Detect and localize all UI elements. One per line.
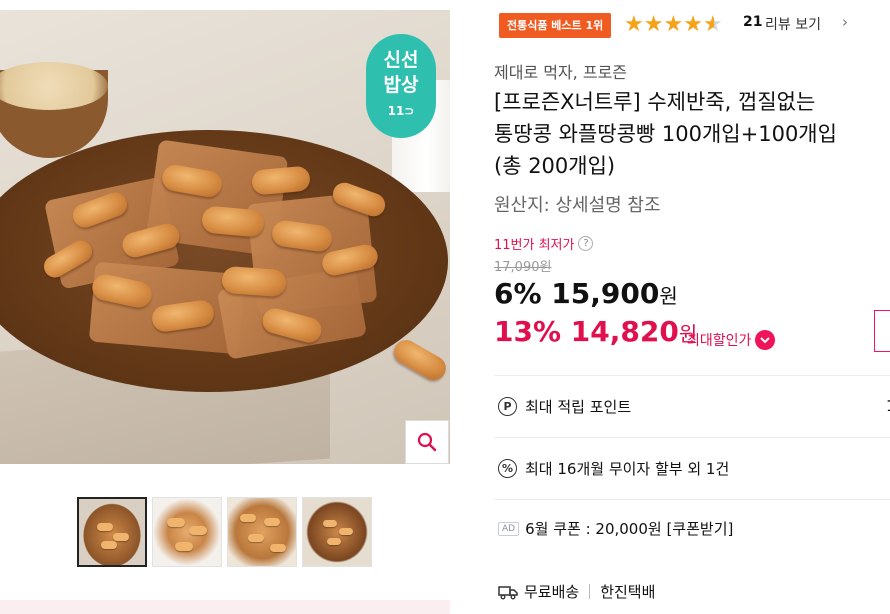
rating-stars: ★ ★ ★ ★ ★ (624, 11, 723, 39)
fresh-table-badge: 신선 밥상 11⊃ (366, 34, 436, 138)
installment-label: 최대 16개월 무이자 할부 외 1건 (525, 460, 730, 478)
main-product-image[interactable]: 신선 밥상 11⊃ (0, 10, 450, 464)
fresh-badge-line2: 밥상 (383, 74, 419, 96)
sale-price-currency: 원 (659, 284, 678, 308)
star-icon: ★ (663, 12, 684, 37)
max-discount-pct: 13% (494, 315, 562, 348)
help-icon[interactable]: ? (578, 236, 594, 251)
fresh-badge-line1: 신선 (383, 49, 419, 71)
points-value: 1 (886, 397, 890, 415)
divider (589, 584, 591, 599)
star-icon: ★ (683, 12, 703, 37)
courier-name: 한진택배 (600, 583, 656, 601)
product-info-panel: 전통식품 베스트 1위 ★ ★ ★ ★ ★ 21 리뷰 보기 › 제대로 먹자,… (494, 0, 890, 614)
points-row[interactable]: P 최대 적립 포인트 1 (494, 375, 890, 437)
sale-discount-pct: 6% (494, 277, 542, 310)
original-price: 17,090원 (494, 260, 552, 275)
product-title-line3: (총 200개입) (494, 154, 616, 178)
peanut-waffle-pile-image (32, 128, 450, 385)
clipped-text-row (500, 606, 830, 614)
sale-price: 6% 15,900원 (494, 277, 678, 310)
half-star-icon: ★ (702, 12, 723, 37)
installment-row[interactable]: % 최대 16개월 무이자 할부 외 1건 (494, 437, 890, 499)
thumbnail-4[interactable] (302, 497, 372, 567)
free-shipping-label: 무료배송 (524, 583, 580, 601)
thumbnail-strip (77, 497, 372, 567)
thumbnail-1[interactable] (77, 497, 147, 567)
max-discount-toggle[interactable]: 최대할인가 (687, 330, 776, 350)
product-title-line1: [프로즌X너트루] 수제반죽, 껍질없는 (494, 90, 816, 114)
promo-band (0, 600, 450, 614)
chevron-down-icon (755, 330, 776, 350)
product-title-line2: 통땅콩 와플땅콩빵 100개입+100개입 (494, 122, 837, 146)
ad-tag: AD (498, 521, 520, 536)
review-link[interactable]: 리뷰 보기 (765, 14, 821, 34)
percent-icon: % (498, 459, 517, 478)
sale-price-value: 15,900 (551, 277, 660, 310)
thumbnail-3[interactable] (227, 497, 297, 567)
lowest-price-text: 11번가 최저가 (494, 238, 575, 253)
review-count[interactable]: 21 (743, 14, 762, 30)
coupon-row[interactable]: AD 6월 쿠폰 : 20,000원 [쿠폰받기] (494, 499, 890, 557)
coupon-label[interactable]: 6월 쿠폰 : 20,000원 [쿠폰받기] (525, 518, 733, 539)
zoom-button[interactable] (405, 420, 449, 464)
points-label: 최대 적립 포인트 (525, 398, 632, 416)
max-discount-label: 최대할인가 (687, 333, 752, 349)
thumbnail-2[interactable] (152, 497, 222, 567)
truck-icon (498, 585, 518, 599)
max-discount-price: 13% 14,820원 (494, 315, 697, 348)
max-discount-value: 14,820 (570, 315, 679, 348)
origin-info: 원산지: 상세설명 참조 (494, 195, 661, 216)
fresh-badge-logo: 11⊃ (387, 104, 415, 118)
star-icon: ★ (643, 12, 664, 37)
points-icon: P (498, 397, 517, 416)
chevron-right-icon[interactable]: › (842, 13, 848, 31)
product-title: [프로즌X너트루] 수제반죽, 껍질없는 통땅콩 와플땅콩빵 100개입+100… (494, 86, 890, 182)
magnifier-icon (417, 432, 437, 452)
best-seller-badge[interactable]: 전통식품 베스트 1위 (499, 13, 612, 38)
side-action-button[interactable] (874, 310, 890, 352)
star-icon: ★ (624, 12, 644, 37)
lowest-price-label: 11번가 최저가 ? (494, 234, 594, 253)
seller-name[interactable]: 제대로 먹자, 프로즌 (494, 59, 627, 83)
